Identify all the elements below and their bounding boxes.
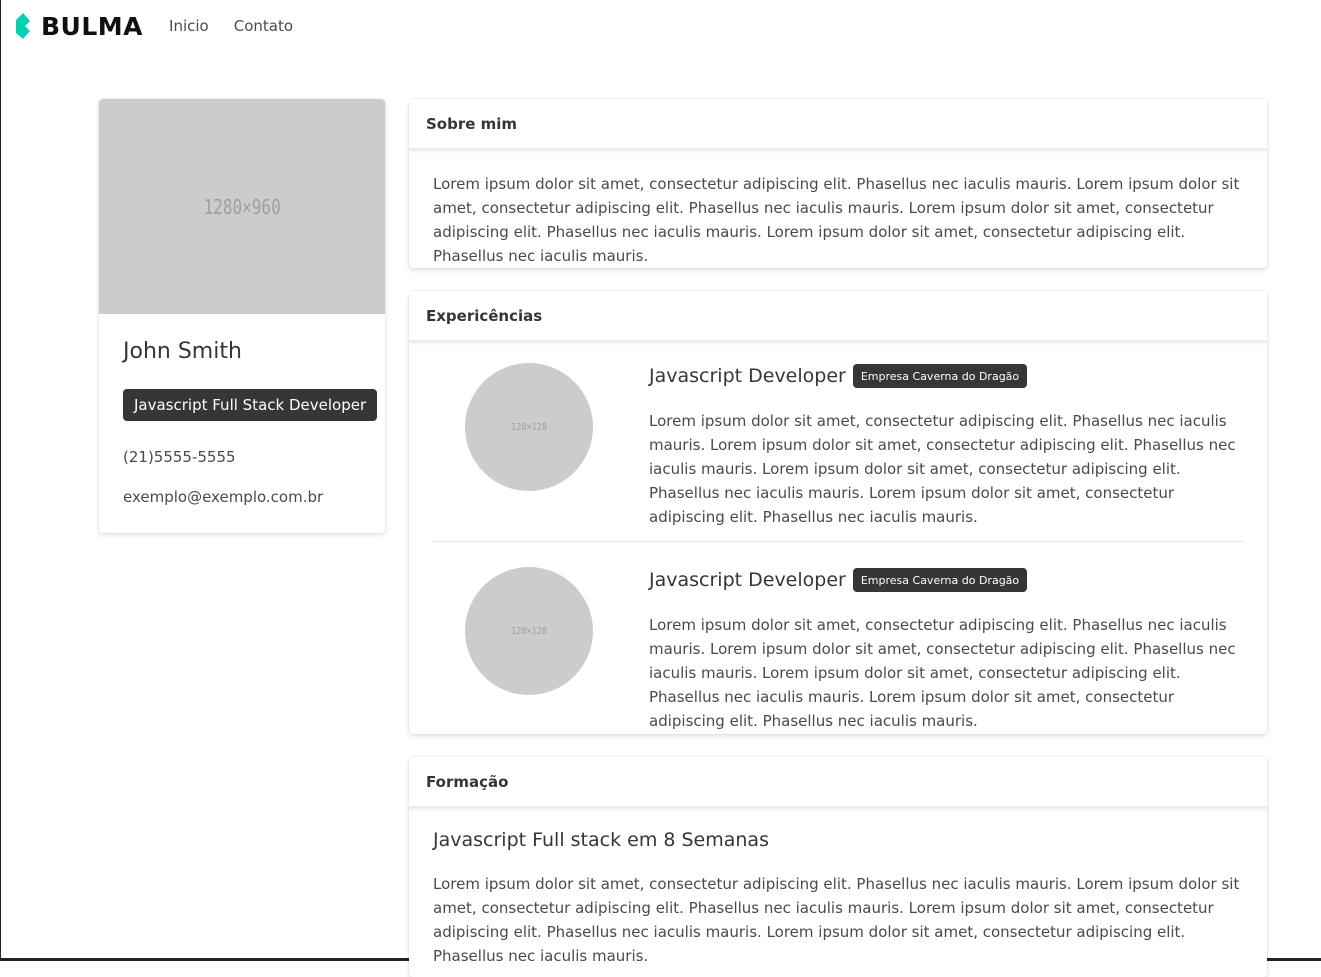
profile-image: 1280×960 bbox=[99, 99, 385, 314]
education-card-header: Formação bbox=[409, 757, 1267, 807]
profile-email: exemplo@exemplo.com.br bbox=[123, 488, 324, 506]
about-card-header: Sobre mim bbox=[409, 99, 1267, 149]
experience-company-tag: Empresa Caverna do Dragão bbox=[852, 364, 1028, 388]
nav-link-contato[interactable]: Contato bbox=[234, 17, 293, 35]
nav-link-inicio[interactable]: Inicio bbox=[169, 17, 209, 35]
education-course-title: Javascript Full stack em 8 Semanas bbox=[433, 829, 769, 851]
experience-card: Expericências 128×128 Javascript Develop… bbox=[409, 291, 1267, 734]
education-card: Formação Javascript Full stack em 8 Sema… bbox=[409, 757, 1267, 977]
experience-item: 128×128 Javascript Developer Empresa Cav… bbox=[409, 495, 1267, 730]
about-text: Lorem ipsum dolor sit amet, consectetur … bbox=[433, 175, 1240, 265]
experience-avatar-placeholder: 128×128 bbox=[511, 625, 547, 637]
profile-phone: (21)5555-5555 bbox=[123, 448, 236, 466]
experience-avatar: 128×128 bbox=[465, 363, 593, 491]
about-card: Sobre mim Lorem ipsum dolor sit amet, co… bbox=[409, 99, 1267, 268]
brand-name: BULMA bbox=[41, 11, 144, 41]
navbar: BULMA Inicio Contato bbox=[1, 0, 1321, 52]
bulma-logo-icon bbox=[16, 13, 30, 39]
profile-card: 1280×960 John Smith Javascript Full Stac… bbox=[99, 99, 385, 533]
experience-description: Lorem ipsum dolor sit amet, consectetur … bbox=[649, 616, 1236, 730]
education-description: Lorem ipsum dolor sit amet, consectetur … bbox=[433, 875, 1240, 965]
profile-role-tag: Javascript Full Stack Developer bbox=[123, 389, 378, 421]
brand-logo[interactable]: BULMA bbox=[13, 12, 143, 41]
profile-image-placeholder: 1280×960 bbox=[203, 194, 281, 219]
page-frame: BULMA Inicio Contato 1280×960 John Smith… bbox=[0, 0, 1321, 977]
experience-avatar-placeholder: 128×128 bbox=[511, 421, 547, 433]
experience-title: Javascript Developer bbox=[649, 569, 846, 591]
experience-title-row: Javascript Developer Empresa Caverna do … bbox=[649, 568, 1028, 592]
experience-avatar: 128×128 bbox=[465, 567, 593, 695]
profile-name: John Smith bbox=[123, 339, 242, 364]
experience-title-row: Javascript Developer Empresa Caverna do … bbox=[649, 364, 1028, 388]
experience-company-tag: Empresa Caverna do Dragão bbox=[852, 568, 1028, 592]
experience-item: 128×128 Javascript Developer Empresa Cav… bbox=[409, 291, 1267, 526]
experience-title: Javascript Developer bbox=[649, 365, 846, 387]
